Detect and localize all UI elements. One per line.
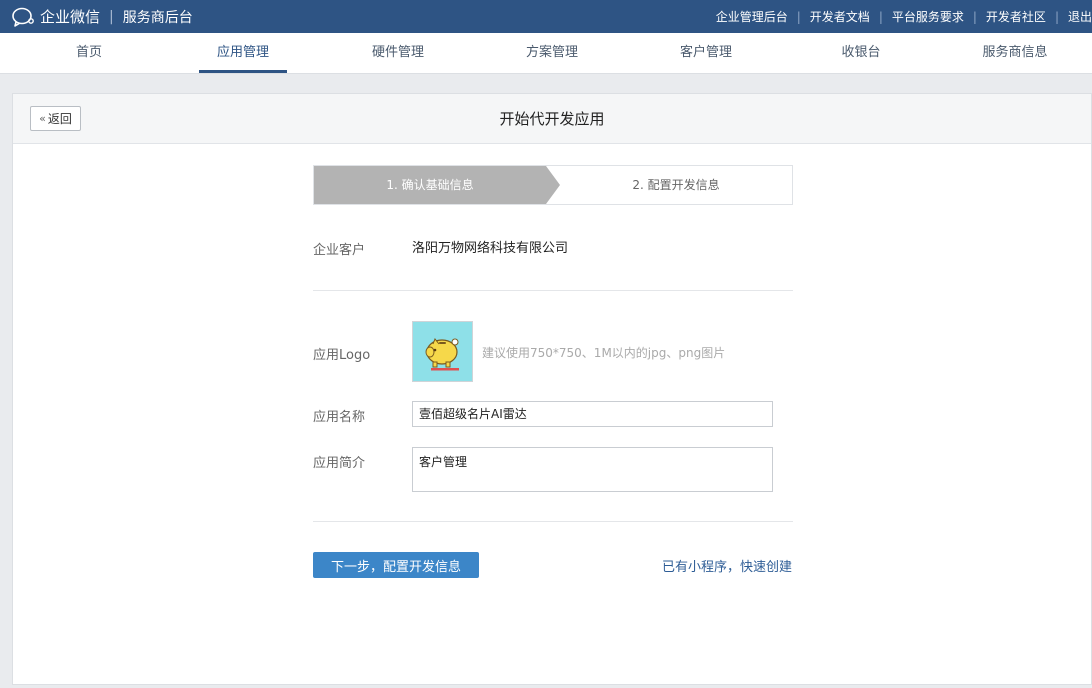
top-separator: |	[878, 9, 883, 24]
nav-home[interactable]: 首页	[59, 33, 119, 73]
step-confirm-basic-info: 1. 确认基础信息	[314, 166, 560, 204]
app-name-label: 应用名称	[313, 410, 366, 425]
back-label: 返回	[47, 112, 72, 126]
link-platform-requirements[interactable]: 平台服务要求	[892, 8, 964, 25]
nav-customer-management[interactable]: 客户管理	[666, 33, 746, 73]
app-intro-label: 应用简介	[313, 456, 366, 471]
logo-label: 应用Logo	[313, 348, 371, 363]
link-enterprise-admin[interactable]: 企业管理后台	[716, 8, 788, 25]
top-separator: |	[1054, 9, 1059, 24]
link-logout[interactable]: 退出	[1068, 8, 1092, 25]
customer-label: 企业客户	[313, 243, 366, 258]
nav-hardware-management[interactable]: 硬件管理	[358, 33, 438, 73]
main-nav: 首页 应用管理 硬件管理 方案管理 客户管理 收银台 服务商信息	[0, 33, 1092, 74]
brand[interactable]: 企业微信 | 服务商后台	[12, 0, 193, 33]
nav-solution-management[interactable]: 方案管理	[512, 33, 592, 73]
divider	[313, 290, 793, 291]
step-configure-dev-info: 2. 配置开发信息	[632, 178, 720, 192]
logo-hint: 建议使用750*750、1M以内的jpg、png图片	[482, 346, 726, 360]
next-step-button[interactable]: 下一步，配置开发信息	[313, 552, 479, 578]
top-bar: 企业微信 | 服务商后台 企业管理后台 | 开发者文档 | 平台服务要求 | 开…	[0, 0, 1092, 33]
card-header: 开始代开发应用 « 返回	[13, 94, 1091, 144]
app-logo-upload[interactable]	[412, 321, 473, 382]
link-developer-docs[interactable]: 开发者文档	[810, 8, 870, 25]
step-indicator: 1. 确认基础信息 2. 配置开发信息	[313, 165, 793, 205]
divider	[313, 521, 793, 522]
customer-value: 洛阳万物网络科技有限公司	[412, 241, 569, 256]
nav-app-management[interactable]: 应用管理	[199, 33, 287, 73]
app-intro-textarea[interactable]: 客户管理	[412, 447, 773, 492]
nav-cashier[interactable]: 收银台	[830, 33, 892, 73]
link-developer-community[interactable]: 开发者社区	[986, 8, 1046, 25]
top-links: 企业管理后台 | 开发者文档 | 平台服务要求 | 开发者社区 | 退出	[716, 0, 1092, 33]
page-title: 开始代开发应用	[499, 110, 605, 128]
brand-separator: |	[109, 8, 114, 25]
top-separator: |	[972, 9, 977, 24]
piggy-bank-icon	[419, 326, 467, 378]
nav-provider-info[interactable]: 服务商信息	[970, 33, 1060, 73]
content-card: 开始代开发应用 « 返回 1. 确认基础信息 2. 配置开发信息 企业客户 洛阳…	[12, 93, 1092, 685]
brand-name: 企业微信	[40, 8, 101, 26]
double-chevron-left-icon: «	[39, 112, 46, 125]
app-name-input[interactable]: 壹佰超级名片AI雷达	[412, 401, 773, 427]
wecom-logo-icon	[12, 7, 36, 27]
back-button[interactable]: « 返回	[30, 106, 81, 131]
top-separator: |	[796, 9, 801, 24]
brand-subtitle: 服务商后台	[122, 9, 193, 26]
quick-create-link[interactable]: 已有小程序，快速创建	[662, 556, 792, 575]
